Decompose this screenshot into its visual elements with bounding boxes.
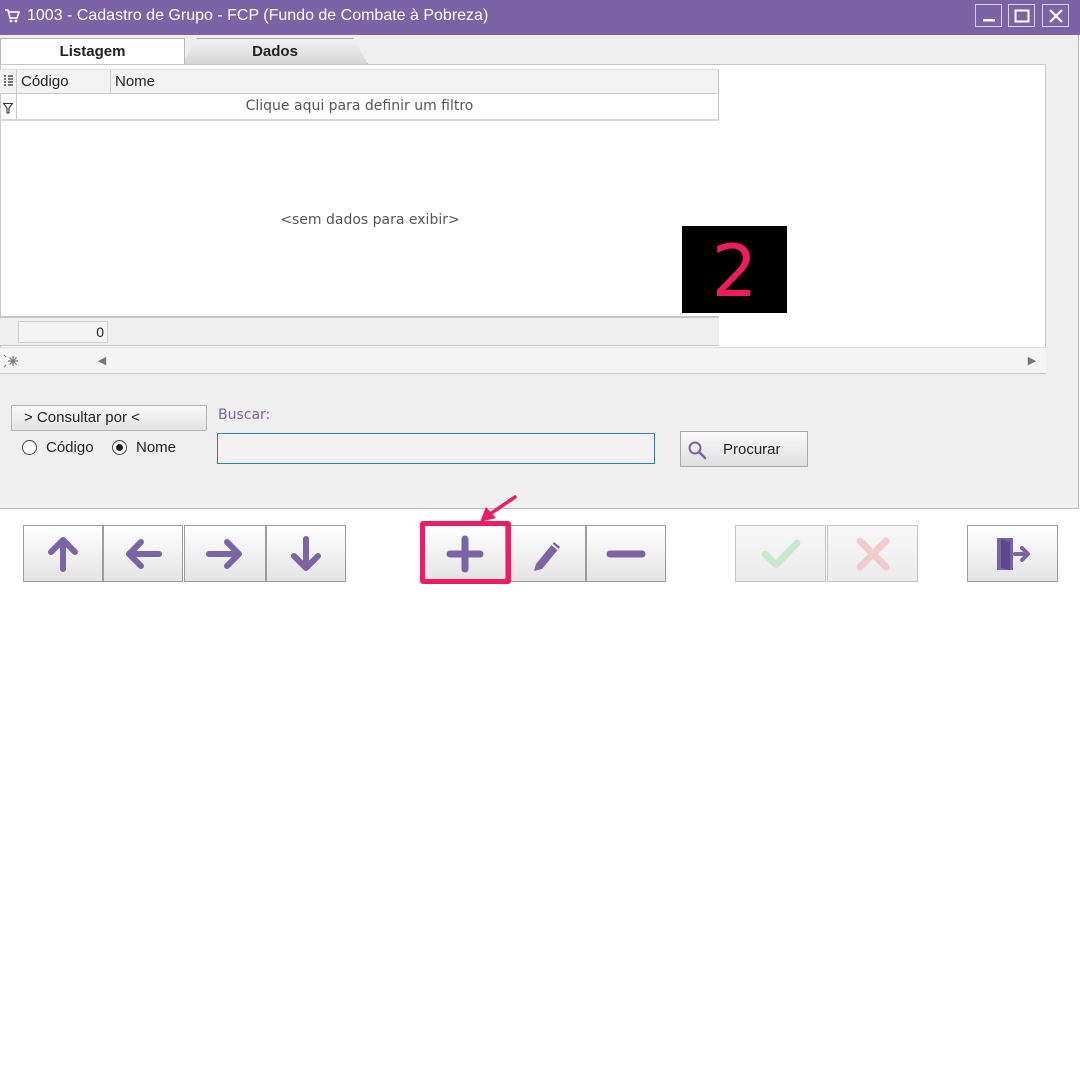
highlight-box <box>420 521 511 584</box>
arrow-up-icon <box>48 536 78 572</box>
procurar-label[interactable]: Procurar <box>723 441 781 458</box>
column-header-codigo[interactable]: Código <box>21 73 69 90</box>
close-icon <box>1048 8 1063 23</box>
procurar-button[interactable]: Procurar <box>680 431 808 467</box>
magnifier-icon <box>688 441 707 460</box>
arrow-left-icon <box>126 538 162 569</box>
buscar-label: Buscar: <box>218 407 271 423</box>
window-title: 1003 - Cadastro de Grupo - FCP (Fundo de… <box>27 7 489 24</box>
minimize-button[interactable] <box>975 4 1002 27</box>
tab-listagem[interactable]: Listagem <box>0 38 185 64</box>
column-chooser-icon[interactable] <box>3 75 14 88</box>
radio-nome[interactable] <box>112 440 127 455</box>
cart-icon <box>5 9 20 23</box>
consultar-por-button[interactable]: > Consultar por < <box>11 405 207 431</box>
delete-record-button[interactable] <box>586 525 666 582</box>
pencil-icon <box>534 541 560 571</box>
x-icon <box>856 537 889 570</box>
arrow-down-icon <box>291 535 321 571</box>
filter-hint[interactable]: Clique aqui para definir um filtro <box>0 98 719 114</box>
search-input[interactable] <box>217 433 655 464</box>
first-record-button[interactable] <box>23 525 103 582</box>
scroll-left-arrow[interactable]: ◀ <box>92 350 112 372</box>
new-row-star-icon <box>3 354 18 368</box>
tab-dados[interactable]: Dados <box>182 38 368 64</box>
minimize-icon <box>982 18 995 21</box>
pointer-arrow-icon <box>480 495 517 522</box>
minus-icon <box>606 550 646 557</box>
exit-button[interactable] <box>967 525 1058 582</box>
window-titlebar: 1003 - Cadastro de Grupo - FCP (Fundo de… <box>0 0 1080 35</box>
maximize-button[interactable] <box>1008 4 1035 27</box>
grid-header: Código Nome <box>0 69 719 94</box>
scroll-right-arrow[interactable]: ▶ <box>1022 350 1042 372</box>
exit-door-icon <box>996 537 1030 570</box>
grid-summary-row: 0 <box>0 316 719 346</box>
horizontal-scrollbar[interactable]: ◀ ▶ <box>0 347 1046 373</box>
maximize-icon <box>1014 9 1029 22</box>
filter-row[interactable]: Clique aqui para definir um filtro <box>0 94 719 121</box>
empty-grid-message: <sem dados para exibir> <box>280 212 460 228</box>
column-header-nome[interactable]: Nome <box>115 73 155 90</box>
last-record-button[interactable] <box>266 525 346 582</box>
edit-record-button[interactable] <box>506 525 586 582</box>
cancel-button[interactable] <box>827 525 918 582</box>
record-count: 0 <box>18 321 108 343</box>
radio-codigo-label[interactable]: Código <box>46 439 94 456</box>
previous-record-button[interactable] <box>103 525 183 582</box>
close-button[interactable] <box>1042 4 1069 27</box>
next-record-button[interactable] <box>184 525 266 582</box>
radio-codigo[interactable] <box>22 440 37 455</box>
confirm-button[interactable] <box>735 525 826 582</box>
arrow-right-icon <box>206 538 242 569</box>
check-icon <box>761 539 800 568</box>
step-number-marker: 2 <box>682 226 787 313</box>
radio-nome-label[interactable]: Nome <box>136 439 176 456</box>
